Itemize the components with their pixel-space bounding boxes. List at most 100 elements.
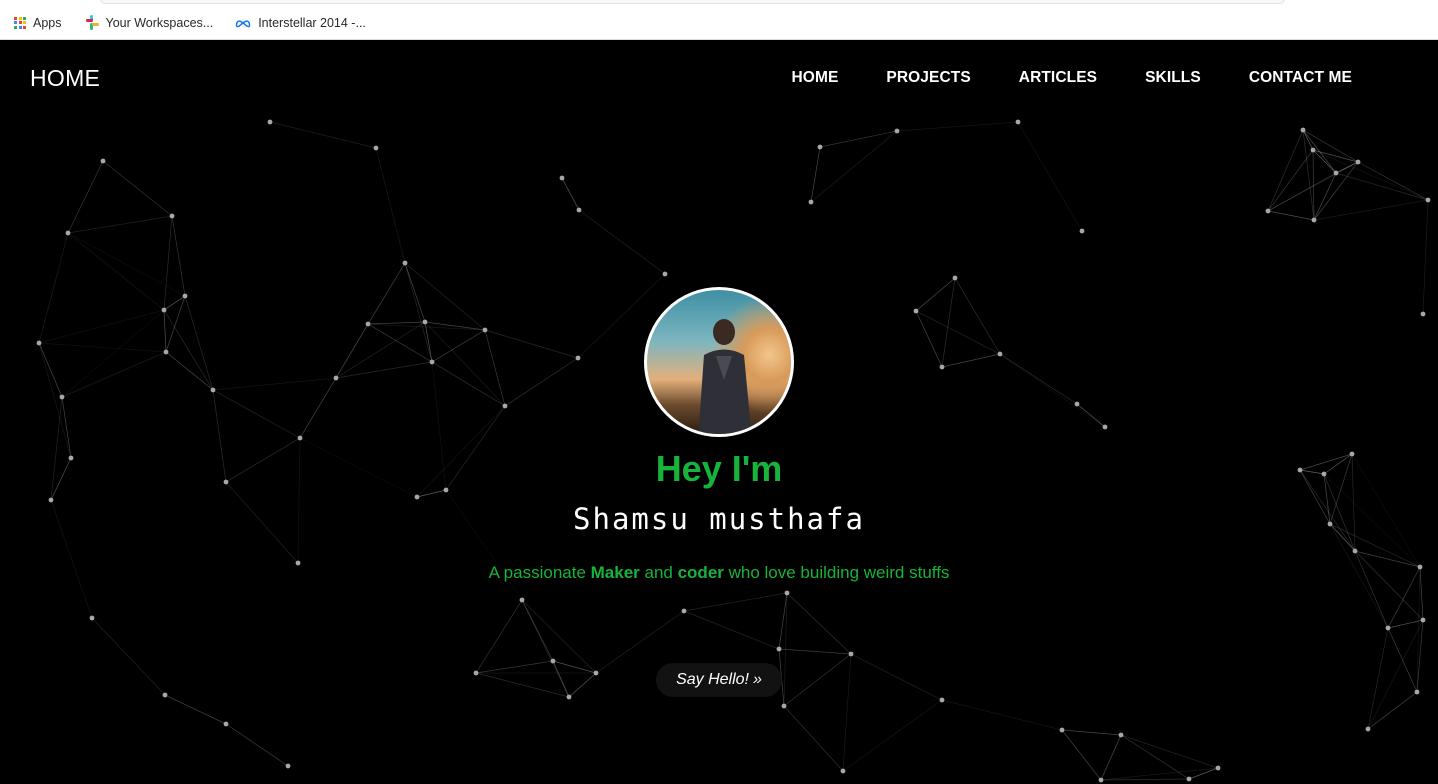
network-line xyxy=(842,699,943,772)
network-line xyxy=(783,705,844,772)
network-line xyxy=(1061,729,1102,781)
network-node xyxy=(65,230,71,236)
network-line xyxy=(683,592,788,612)
network-line xyxy=(552,660,570,698)
network-line xyxy=(67,160,104,234)
network-line xyxy=(1312,149,1429,201)
network-line xyxy=(212,389,301,439)
network-node xyxy=(473,670,479,676)
network-node xyxy=(840,768,846,774)
nav-item-contact-me[interactable]: CONTACT ME xyxy=(1249,69,1352,87)
network-line xyxy=(1100,767,1219,781)
network-node xyxy=(402,260,408,266)
network-line xyxy=(163,295,186,311)
network-line xyxy=(475,599,523,674)
network-line xyxy=(163,309,214,391)
network-node xyxy=(169,213,175,219)
network-line xyxy=(783,653,852,707)
network-node xyxy=(365,321,371,327)
network-line xyxy=(91,617,166,696)
network-line xyxy=(941,277,956,368)
hero-section: HOME HOME PROJECTS ARTICLES SKILLS CONTA… xyxy=(0,40,1438,784)
network-node xyxy=(1420,311,1426,317)
network-line xyxy=(941,353,1001,368)
network-node xyxy=(223,721,229,727)
network-line xyxy=(1120,734,1190,780)
network-line xyxy=(1387,619,1424,629)
network-line xyxy=(915,310,943,368)
nav-item-skills[interactable]: SKILLS xyxy=(1145,69,1201,87)
network-node xyxy=(566,694,572,700)
network-node xyxy=(162,692,168,698)
network-line xyxy=(484,329,506,407)
network-line xyxy=(1100,734,1122,781)
network-node xyxy=(161,307,167,313)
meta-icon xyxy=(235,19,251,27)
network-line xyxy=(184,295,214,391)
network-node xyxy=(422,319,428,325)
network-line xyxy=(61,309,165,398)
bookmark-label: Apps xyxy=(33,15,62,30)
network-node xyxy=(1311,217,1317,223)
network-line xyxy=(367,321,426,325)
network-node xyxy=(1074,401,1080,407)
network-node xyxy=(1365,726,1371,732)
network-node xyxy=(1310,147,1316,153)
network-node xyxy=(1079,228,1085,234)
network-node xyxy=(89,615,95,621)
network-node xyxy=(575,355,581,361)
network-line xyxy=(67,232,186,297)
network-node xyxy=(210,387,216,393)
network-line xyxy=(999,353,1106,428)
top-navigation: HOME HOME PROJECTS ARTICLES SKILLS CONTA… xyxy=(0,40,1438,116)
bookmark-apps[interactable]: Apps xyxy=(14,16,62,30)
nav-item-projects[interactable]: PROJECTS xyxy=(886,69,970,87)
network-node xyxy=(100,158,106,164)
network-node xyxy=(1102,424,1108,430)
network-line xyxy=(786,592,852,655)
greeting-heading: Hey I'm xyxy=(655,448,783,489)
network-line xyxy=(1267,172,1337,212)
network-line xyxy=(850,653,943,701)
network-node xyxy=(1118,732,1124,738)
network-node xyxy=(593,670,599,676)
network-node xyxy=(502,403,508,409)
network-node xyxy=(952,275,958,281)
network-node xyxy=(297,435,303,441)
network-node xyxy=(333,375,339,381)
network-node xyxy=(939,697,945,703)
network-line xyxy=(1367,619,1424,730)
bookmark-label: Interstellar 2014 -... xyxy=(258,15,366,30)
nav-item-articles[interactable]: ARTICLES xyxy=(1019,69,1097,87)
network-node xyxy=(776,646,782,652)
network-node xyxy=(1186,776,1192,782)
network-line xyxy=(416,489,447,498)
network-node xyxy=(784,590,790,596)
network-line xyxy=(367,262,406,325)
network-node xyxy=(894,128,900,134)
say-hello-button[interactable]: Say Hello! » xyxy=(656,663,782,697)
slack-icon xyxy=(84,15,99,30)
address-bar-edge[interactable] xyxy=(100,0,1285,4)
bookmark-interstellar[interactable]: Interstellar 2014 -... xyxy=(235,16,366,30)
profile-avatar xyxy=(644,287,794,437)
network-line xyxy=(896,121,1019,132)
network-node xyxy=(848,651,854,657)
network-node xyxy=(1425,197,1431,203)
network-line xyxy=(778,648,852,655)
network-line xyxy=(810,130,898,203)
bookmark-workspaces[interactable]: Your Workspaces... xyxy=(84,15,213,30)
nav-item-home[interactable]: HOME xyxy=(792,69,839,87)
network-node xyxy=(482,327,488,333)
network-line xyxy=(484,329,579,359)
network-line xyxy=(269,121,377,149)
tagline-strong-coder: coder xyxy=(677,563,724,582)
network-line xyxy=(404,262,433,363)
network-line xyxy=(367,323,433,363)
network-line xyxy=(212,377,337,391)
network-line xyxy=(38,342,72,459)
brand-home-link[interactable]: HOME xyxy=(30,65,100,92)
network-line xyxy=(1354,550,1424,621)
network-line xyxy=(475,672,570,698)
network-line xyxy=(431,361,506,407)
